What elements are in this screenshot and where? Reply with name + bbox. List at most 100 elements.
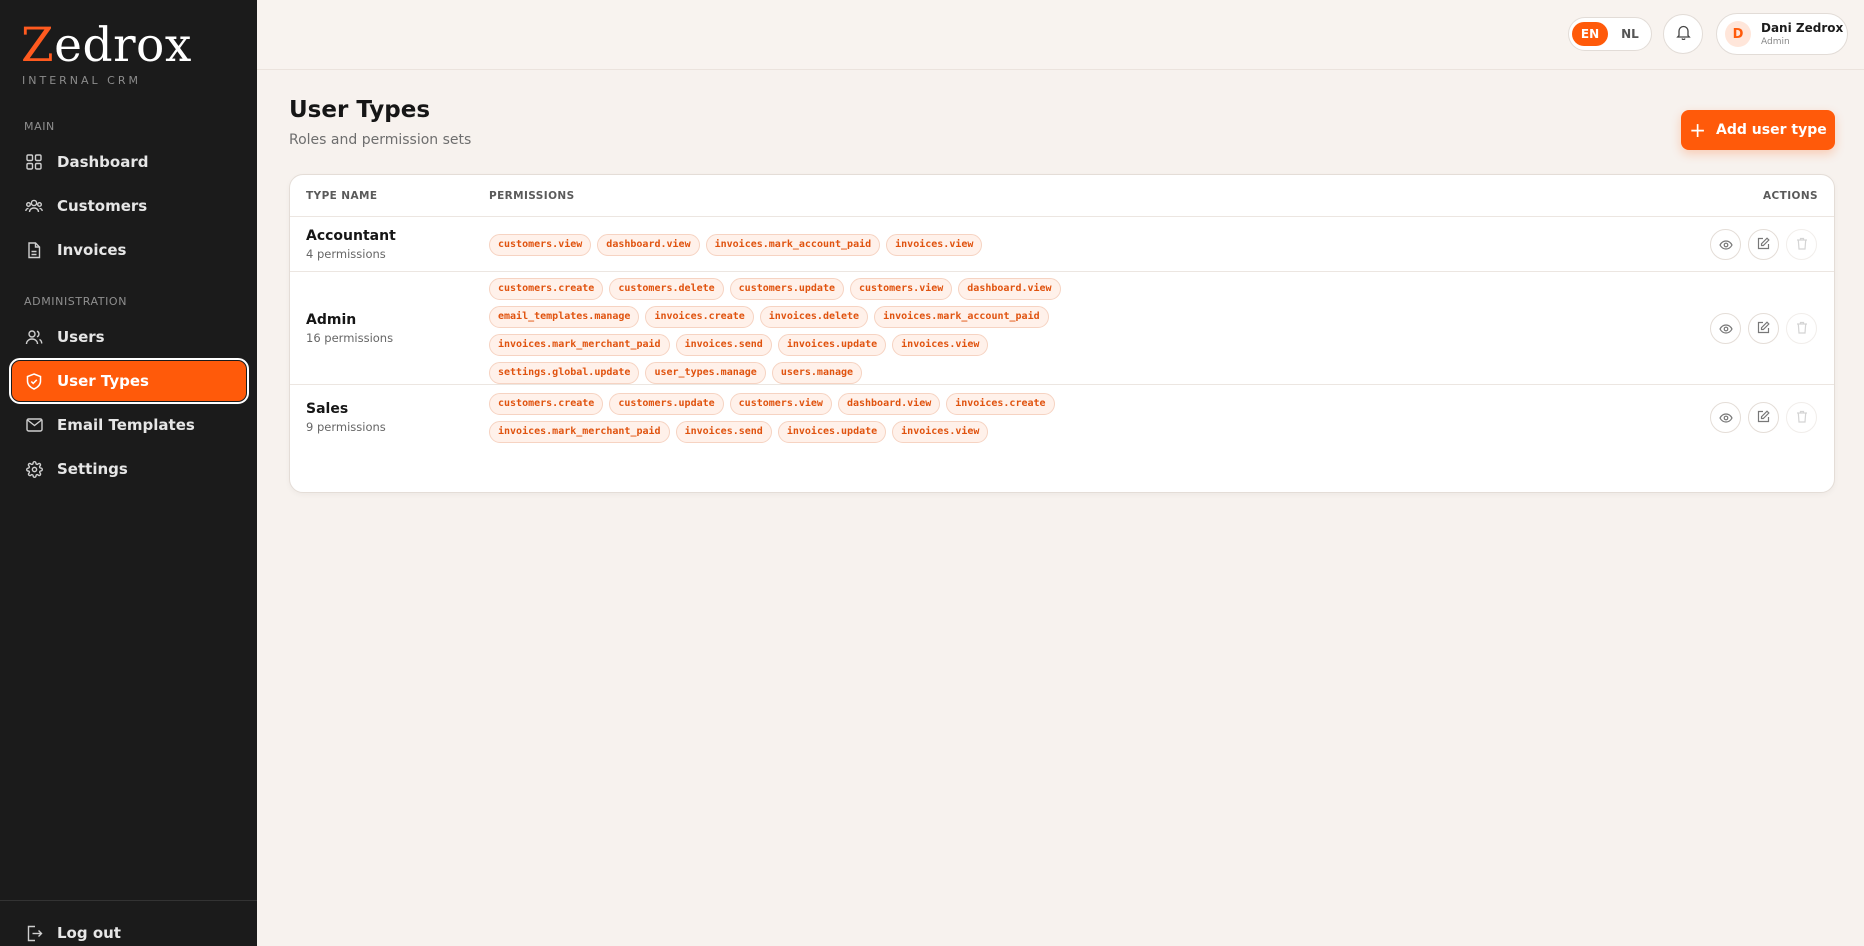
language-switcher: EN NL — [1568, 17, 1652, 51]
document-icon — [25, 241, 43, 259]
delete-button[interactable] — [1786, 312, 1817, 344]
permission-tag: invoices.view — [892, 421, 989, 443]
trash-icon — [1796, 408, 1808, 427]
avatar: D — [1725, 21, 1751, 47]
sidebar-item-label: Dashboard — [57, 153, 149, 171]
permission-count: 4 permissions — [306, 246, 386, 261]
eye-icon — [1718, 235, 1733, 254]
permission-tags: customers.view dashboard.view invoices.mar… — [489, 233, 1109, 256]
row-actions — [1710, 228, 1817, 260]
table-row: Admin 16 permissions customers.create custo… — [290, 272, 1834, 385]
table-row: Accountant 4 permissions customers.view das… — [290, 217, 1834, 272]
sidebar-item-user-types[interactable]: User Types — [9, 358, 249, 404]
permission-tag: invoices.delete — [759, 306, 869, 328]
sidebar-item-email-templates[interactable]: Email Templates — [12, 405, 246, 445]
sidebar-item-label: Customers — [57, 197, 148, 215]
row-actions — [1710, 402, 1817, 433]
edit-button[interactable] — [1748, 402, 1779, 433]
sidebar: Zedrox INTERNAL CRM MAIN Dashboard Custo… — [0, 0, 257, 946]
section-label-main: MAIN — [24, 120, 55, 133]
view-button[interactable] — [1710, 402, 1741, 433]
table-row: Sales 9 permissions customers.create custom… — [290, 385, 1834, 451]
permission-tag: invoices.send — [675, 421, 772, 443]
language-option-nl[interactable]: NL — [1612, 22, 1648, 46]
page-title: User Types — [289, 97, 431, 123]
eye-icon — [1718, 319, 1733, 338]
sidebar-item-label: Settings — [57, 460, 128, 478]
plus-icon: + — [1689, 118, 1707, 142]
add-user-type-label: Add user type — [1716, 122, 1827, 138]
permission-tag: invoices.mark_merchant_paid — [489, 421, 670, 443]
edit-button[interactable] — [1748, 312, 1779, 344]
edit-icon — [1757, 235, 1770, 254]
permission-tag: settings.global.update — [489, 362, 640, 384]
sidebar-item-label: Users — [57, 328, 105, 346]
sidebar-item-dashboard[interactable]: Dashboard — [12, 142, 246, 182]
permission-count: 9 permissions — [306, 420, 386, 434]
shield-icon — [25, 372, 43, 390]
view-button[interactable] — [1710, 228, 1741, 260]
permission-tags: customers.create customers.delete customer… — [489, 278, 1109, 384]
permission-tag: dashboard.view — [597, 233, 700, 256]
logout-button[interactable]: Log out — [12, 913, 246, 946]
notifications-button[interactable] — [1663, 14, 1703, 54]
sidebar-item-label: User Types — [57, 372, 149, 390]
delete-button[interactable] — [1786, 402, 1817, 433]
section-label-administration: ADMINISTRATION — [24, 295, 128, 308]
logo-text: edrox — [54, 18, 192, 73]
logo-initial: Z — [21, 18, 55, 73]
trash-icon — [1796, 319, 1808, 338]
type-name: Admin — [306, 311, 357, 328]
permission-tag: customers.delete — [609, 278, 724, 300]
language-option-en[interactable]: EN — [1572, 22, 1608, 46]
column-header-actions: ACTIONS — [1763, 190, 1818, 202]
edit-icon — [1757, 319, 1770, 338]
permission-tag: invoices.send — [675, 334, 772, 356]
permission-tag: invoices.create — [946, 393, 1055, 415]
permission-tag: invoices.view — [892, 334, 989, 356]
sidebar-item-customers[interactable]: Customers — [12, 186, 246, 226]
grid-icon — [25, 153, 43, 171]
sidebar-item-settings[interactable]: Settings — [12, 449, 246, 489]
permission-tag: customers.create — [489, 393, 604, 415]
permission-tag: invoices.update — [777, 334, 887, 356]
permission-tag: email_templates.manage — [489, 306, 640, 328]
permission-tag: user_types.manage — [645, 362, 766, 384]
permission-tag: invoices.mark_account_paid — [705, 233, 881, 256]
permission-tag: customers.update — [729, 278, 844, 300]
sidebar-item-label: Email Templates — [57, 416, 195, 434]
type-name: Sales — [306, 401, 349, 417]
brand-logo[interactable]: Zedrox — [21, 20, 192, 72]
type-name: Accountant — [306, 227, 396, 244]
column-header-permissions: PERMISSIONS — [489, 190, 575, 202]
sidebar-item-invoices[interactable]: Invoices — [12, 230, 246, 270]
permission-tag: dashboard.view — [837, 393, 941, 415]
bell-icon — [1675, 24, 1691, 44]
gear-icon — [25, 460, 43, 478]
users-icon — [25, 328, 43, 346]
user-role: Admin — [1761, 36, 1790, 47]
sidebar-divider — [0, 900, 257, 901]
logo-subtitle: INTERNAL CRM — [22, 74, 141, 87]
table-header: TYPE NAME PERMISSIONS ACTIONS — [290, 175, 1834, 217]
user-info: Dani Zedrox Admin — [1761, 21, 1843, 48]
page-subtitle: Roles and permission sets — [289, 132, 472, 148]
view-button[interactable] — [1710, 312, 1741, 344]
user-types-table: TYPE NAME PERMISSIONS ACTIONS Accountant… — [289, 174, 1835, 493]
mail-icon — [25, 416, 43, 434]
edit-button[interactable] — [1748, 228, 1779, 260]
logout-icon — [25, 924, 43, 942]
user-menu[interactable]: D Dani Zedrox Admin — [1716, 13, 1848, 55]
add-user-type-button[interactable]: + Add user type — [1681, 110, 1835, 150]
permission-tag: users.manage — [771, 362, 863, 384]
permission-tag: invoices.mark_merchant_paid — [489, 334, 670, 356]
row-actions — [1710, 312, 1817, 344]
delete-button[interactable] — [1786, 228, 1817, 260]
sidebar-item-users[interactable]: Users — [12, 317, 246, 357]
permission-tag: customers.view — [729, 393, 832, 415]
column-header-type-name: TYPE NAME — [306, 190, 378, 202]
trash-icon — [1796, 235, 1808, 254]
permission-tag: dashboard.view — [958, 278, 1061, 300]
permission-count: 16 permissions — [306, 330, 394, 345]
logout-label: Log out — [57, 924, 121, 942]
